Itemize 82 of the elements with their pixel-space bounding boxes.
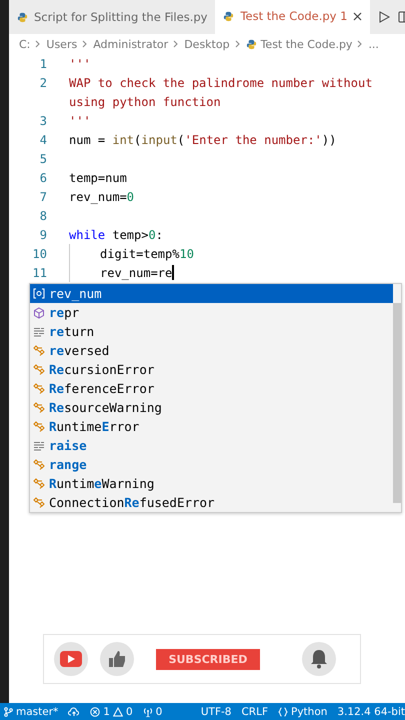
chevron-icon [81, 40, 90, 48]
suggestion-item[interactable]: return [30, 322, 393, 341]
error-icon[interactable] [90, 706, 100, 716]
class-icon [33, 496, 45, 508]
line-number: 5 [38, 152, 48, 166]
line-number: 10 [32, 246, 48, 260]
code-line: WAP to check the palindrome number without [69, 76, 372, 90]
breadcrumb-item[interactable]: Users [46, 38, 78, 50]
class-icon [33, 420, 45, 432]
ports-count[interactable]: 0 [156, 706, 162, 718]
suggestion-item[interactable]: repr [30, 303, 393, 322]
code-line: num = int(input('Enter the number:')) [69, 132, 336, 146]
suggestion-item[interactable]: ConnectionRefusedError [30, 493, 393, 512]
variable-icon [33, 288, 45, 299]
eol-status[interactable]: CRLF [241, 706, 268, 718]
suggestion-item[interactable]: rev_num [30, 284, 393, 303]
braces-icon[interactable] [278, 706, 288, 716]
python-icon [17, 12, 28, 22]
editor-tab[interactable]: Test the Code.py 1 [215, 0, 370, 34]
code-line: rev_num=0 [69, 190, 134, 204]
subscribe-button[interactable]: SUBSCRIBED [156, 648, 260, 670]
line-number: 11 [32, 266, 48, 280]
chevron-icon [234, 40, 242, 48]
breadcrumb-item[interactable]: ... [368, 38, 379, 50]
close-icon[interactable] [353, 12, 362, 20]
suggestion-item[interactable]: RuntimeE rror [30, 417, 393, 436]
line-number: 8 [38, 208, 48, 222]
interpreter-status[interactable]: 3.12.4 64-bit [337, 706, 405, 718]
suggestion-item[interactable]: raise [30, 436, 393, 455]
class-icon [33, 382, 45, 394]
class-icon [33, 478, 45, 490]
code-line: ''' [69, 114, 91, 128]
language-status[interactable]: Python [291, 706, 328, 718]
suggestion-item[interactable]: RecursionError [30, 360, 393, 379]
branch-status[interactable]: master* [4, 706, 58, 718]
run-icon[interactable] [378, 11, 390, 23]
error-count[interactable]: 1 [103, 706, 110, 718]
code-line: digit=temp%10 [100, 246, 194, 260]
chevron-icon [356, 40, 364, 48]
breadcrumb-item[interactable]: Desktop [184, 38, 230, 50]
code-line: while temp>0: [69, 228, 163, 242]
breadcrumb-item[interactable]: C: [19, 38, 30, 50]
branch-icon [4, 706, 13, 716]
class-icon [33, 344, 45, 356]
code-line: temp=num [69, 170, 127, 184]
python-icon [246, 38, 257, 50]
chevron-icon [34, 40, 42, 48]
python-icon [223, 10, 234, 22]
suggestion-item[interactable]: range [30, 455, 393, 474]
breadcrumb-item[interactable]: Test the Code.py [260, 38, 352, 50]
editor-tab[interactable]: Script for Splitting the Files.py [9, 0, 216, 34]
warning-count[interactable]: 0 [126, 706, 133, 718]
keyword-icon [33, 326, 45, 336]
warning-icon[interactable] [112, 706, 123, 716]
class-icon [33, 458, 45, 470]
line-number: 7 [38, 190, 48, 204]
thumbs-up-icon[interactable] [108, 650, 126, 668]
code-line: using python function [69, 94, 221, 108]
play-icon[interactable] [60, 651, 82, 667]
breadcrumb-item[interactable]: Administrator [93, 38, 168, 50]
suggestion-item[interactable]: reversed [30, 341, 393, 360]
suggestion-item[interactable]: ResourceWarning [30, 398, 393, 417]
bell-icon[interactable] [310, 649, 328, 669]
cube-icon [33, 306, 45, 318]
text-cursor [172, 265, 174, 280]
line-number: 9 [38, 228, 48, 242]
chevron-icon [172, 40, 180, 48]
line-number: 2 [38, 76, 48, 90]
suggestion-item[interactable]: ReferenceError [30, 379, 393, 398]
keyword-icon [33, 440, 45, 450]
class-icon [33, 402, 45, 414]
line-number: 4 [38, 132, 48, 146]
cloud-icon[interactable] [68, 706, 80, 716]
line-number: 6 [38, 170, 48, 184]
suggestion-item[interactable]: RuntimeWarning [30, 474, 393, 493]
line-number: 1 [38, 56, 48, 70]
code-line: ''' [69, 56, 91, 70]
encoding-status[interactable]: UTF-8 [200, 706, 232, 718]
antenna-icon[interactable] [142, 706, 153, 716]
class-icon [33, 364, 45, 376]
code-line: rev_num=re [100, 266, 172, 280]
line-number: 3 [38, 114, 48, 128]
